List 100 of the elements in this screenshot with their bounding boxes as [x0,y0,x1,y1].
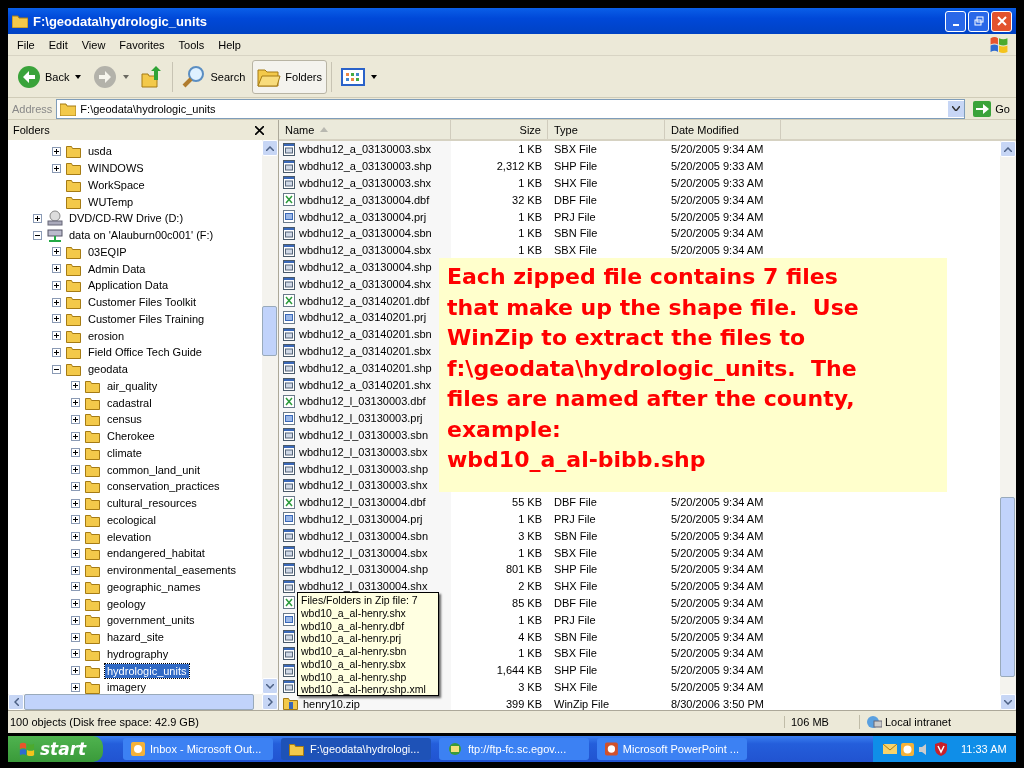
expand-button[interactable] [71,649,80,659]
expand-button[interactable] [71,448,80,458]
folder-tree-item[interactable]: air_quality [105,378,160,393]
collapse-button[interactable] [52,364,61,374]
folder-tree-item[interactable]: environmental_easements [105,563,239,578]
folder-tree-item[interactable]: imagery [105,680,149,694]
expand-button[interactable] [33,213,42,223]
folders-button[interactable]: Folders [252,59,327,94]
folder-tree-item[interactable]: erosion [86,328,127,343]
folder-tree-item[interactable]: WUTemp [86,194,136,209]
folder-tree-item[interactable]: government_units [105,613,197,628]
expand-button[interactable] [71,532,80,542]
expand-button[interactable] [52,264,61,274]
folder-tree-item[interactable]: Customer Files Toolkit [86,295,198,310]
folder-tree-item[interactable]: ecological [105,512,158,527]
scroll-thumb[interactable] [262,306,277,356]
file-size: 55 KB [512,496,542,509]
folder-tree-item[interactable]: Customer Files Training [86,311,207,326]
expand-button[interactable] [71,381,80,391]
folder-tree-item[interactable]: data on 'Alauburn00c001' (F:) [67,228,216,243]
folder-tree-item[interactable]: cultural_resources [105,496,199,511]
folder-tree-item[interactable]: geology [105,596,148,611]
collapse-button[interactable] [33,230,42,240]
menu-item[interactable]: Edit [41,38,75,51]
folder-tree-item[interactable]: census [105,412,144,427]
folder-tree-item[interactable]: Application Data [86,278,171,293]
caret-icon [123,74,130,79]
expand-button[interactable] [52,297,61,307]
folder-tree-item[interactable]: geodata [86,362,130,377]
windows-logo-icon [18,741,36,757]
folder-tree-item[interactable]: cadastral [105,395,154,410]
expand-button[interactable] [71,582,80,592]
column-header[interactable]: Type [548,120,665,139]
menu-item[interactable]: Tools [171,38,212,51]
expand-button[interactable] [71,515,80,525]
folder-tree-item[interactable]: endangered_habitat [105,546,207,561]
folder-tree-item[interactable]: DVD/CD-RW Drive (D:) [67,211,186,226]
column-header[interactable]: Date Modified [665,120,781,139]
folder-tree-item[interactable]: climate [105,445,144,460]
folder-tree-item[interactable]: hazard_site [105,630,166,645]
folder-tree-item[interactable]: elevation [105,529,154,544]
folder-tree-item[interactable]: geographic_names [105,579,203,594]
scroll-thumb[interactable] [1000,497,1015,677]
search-button[interactable]: Search [177,59,251,94]
expand-button[interactable] [52,331,61,341]
folder-tree-item[interactable]: hydrologic_units [105,663,189,678]
folder-tree-item[interactable]: WorkSpace [86,177,147,192]
expand-button[interactable] [71,414,80,424]
menu-item[interactable]: View [74,38,113,51]
expand-button[interactable] [71,481,80,491]
folder-tree-item[interactable]: conservation_practices [105,479,222,494]
expand-button[interactable] [71,632,80,642]
menu-item[interactable]: Help [211,38,248,51]
tooltip-entry: wbd10_a_al-henry.shx [301,606,407,620]
folder-icon [85,429,101,444]
expand-button[interactable] [71,498,80,508]
scrollbar[interactable] [1000,141,1016,710]
taskbar-button[interactable]: ftp://ftp-fc.sc.egov.... [439,738,589,760]
expand-button[interactable] [71,398,80,408]
folder-tree-item[interactable]: Cherokee [105,429,157,444]
go-button[interactable]: Go [969,100,1014,117]
expand-button[interactable] [71,682,80,692]
expand-button[interactable] [71,548,80,558]
folder-icon [85,378,101,393]
folder-tree-item[interactable]: WINDOWS [86,161,146,176]
folder-tree-item[interactable]: hydrography [105,646,171,661]
restore-icon [973,16,984,26]
address-field[interactable]: F:\geodata\hydrologic_units [56,98,966,119]
expand-button[interactable] [71,431,80,441]
file-size: 3 KB [518,529,542,542]
folder-tree-item[interactable]: Admin Data [86,261,148,276]
expand-button[interactable] [71,565,80,575]
expand-button[interactable] [52,247,61,257]
expand-button[interactable] [52,347,61,357]
expand-button[interactable] [71,615,80,625]
menu-item[interactable]: File [10,38,42,51]
expand-button[interactable] [52,163,61,173]
close-icon[interactable] [255,125,264,135]
folder-tree-item[interactable]: Field Office Tech Guide [86,345,204,360]
file-type: DBF File [554,496,597,509]
taskbar-button[interactable]: F:\geodata\hydrologi... [281,738,431,760]
menu-item[interactable]: Favorites [112,38,172,51]
expand-button[interactable] [52,146,61,156]
close-button[interactable] [991,10,1012,32]
maximize-button[interactable] [968,10,989,32]
folder-tree-item[interactable]: 03EQIP [86,244,129,259]
folder-tree-item[interactable]: common_land_unit [105,462,202,477]
taskbar-button[interactable]: Inbox - Microsoft Out... [123,738,273,760]
expand-button[interactable] [71,666,80,676]
expand-button[interactable] [71,465,80,475]
back-button[interactable]: Back [12,59,87,94]
column-header[interactable]: Size [451,120,548,139]
expand-button[interactable] [52,280,61,290]
folder-tree-item[interactable]: usda [86,144,114,159]
minimize-button[interactable] [945,10,966,32]
scrollbar[interactable] [262,140,278,694]
expand-button[interactable] [52,314,61,324]
column-header[interactable]: Name [279,120,451,139]
taskbar-button[interactable]: Microsoft PowerPoint ... [597,738,747,760]
expand-button[interactable] [71,599,80,609]
